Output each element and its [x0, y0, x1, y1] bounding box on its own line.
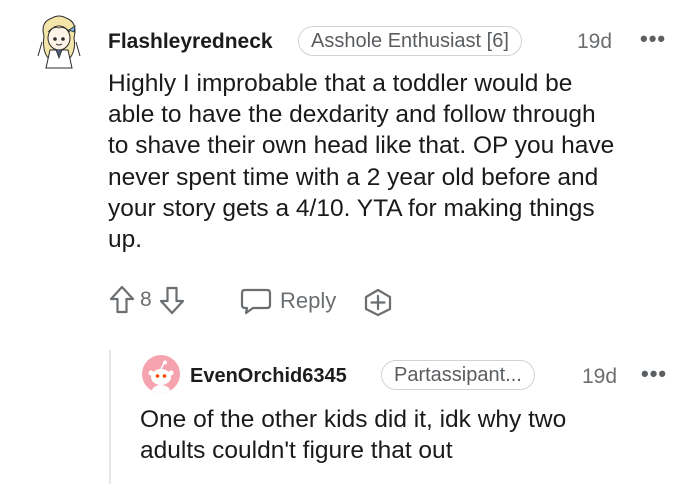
award-button[interactable] [362, 287, 394, 322]
reply-button[interactable]: Reply [240, 286, 336, 316]
thread-line[interactable] [109, 350, 111, 484]
reply-line: One of the other kids did it, idk why tw… [140, 406, 567, 433]
comment-timestamp: 19d [577, 30, 613, 53]
comment-body: Highly I improbable that a toddler would… [108, 68, 688, 255]
reply-avatar[interactable] [142, 355, 180, 393]
user-avatar[interactable] [36, 12, 82, 70]
arrow-up-outline-icon [109, 285, 135, 314]
reply-more-options-icon[interactable]: ••• [641, 361, 667, 387]
reply-timestamp: 19d [582, 365, 618, 388]
arrow-down-outline-icon [159, 286, 184, 315]
reply-user-flair: Partassipant... [381, 360, 535, 390]
upvote-button[interactable] [108, 284, 136, 316]
anime-girl-avatar-icon [37, 15, 81, 69]
speech-bubble-icon [240, 288, 272, 315]
comment-line: to shave their own head like that. OP yo… [108, 132, 615, 160]
plus-circle-icon [364, 288, 392, 317]
reply-label: Reply [280, 288, 337, 313]
snoo-avatar-icon [148, 360, 174, 393]
vote-controls: 8 [108, 284, 186, 316]
reply-username[interactable]: EvenOrchid6345 [190, 365, 347, 388]
vote-count: 8 [140, 288, 152, 311]
more-options-icon[interactable]: ••• [640, 26, 666, 52]
reply-line: adults couldn't figure that out [140, 437, 453, 465]
comment-line: never spent time with a 2 year old befor… [108, 163, 599, 191]
comment-line: Highly I improbable that a toddler would… [108, 70, 573, 97]
comment-line: up. [108, 226, 143, 254]
downvote-button[interactable] [158, 284, 186, 316]
comment-line: able to have the dexdarity and follow th… [108, 101, 596, 129]
reply-body: One of the other kids did it, idk why tw… [140, 404, 690, 466]
user-flair: Asshole Enthusiast [6] [298, 26, 522, 56]
comment-username[interactable]: Flashleyredneck [108, 30, 273, 54]
comment-line: your story gets a 4/10. YTA for making t… [108, 194, 595, 222]
